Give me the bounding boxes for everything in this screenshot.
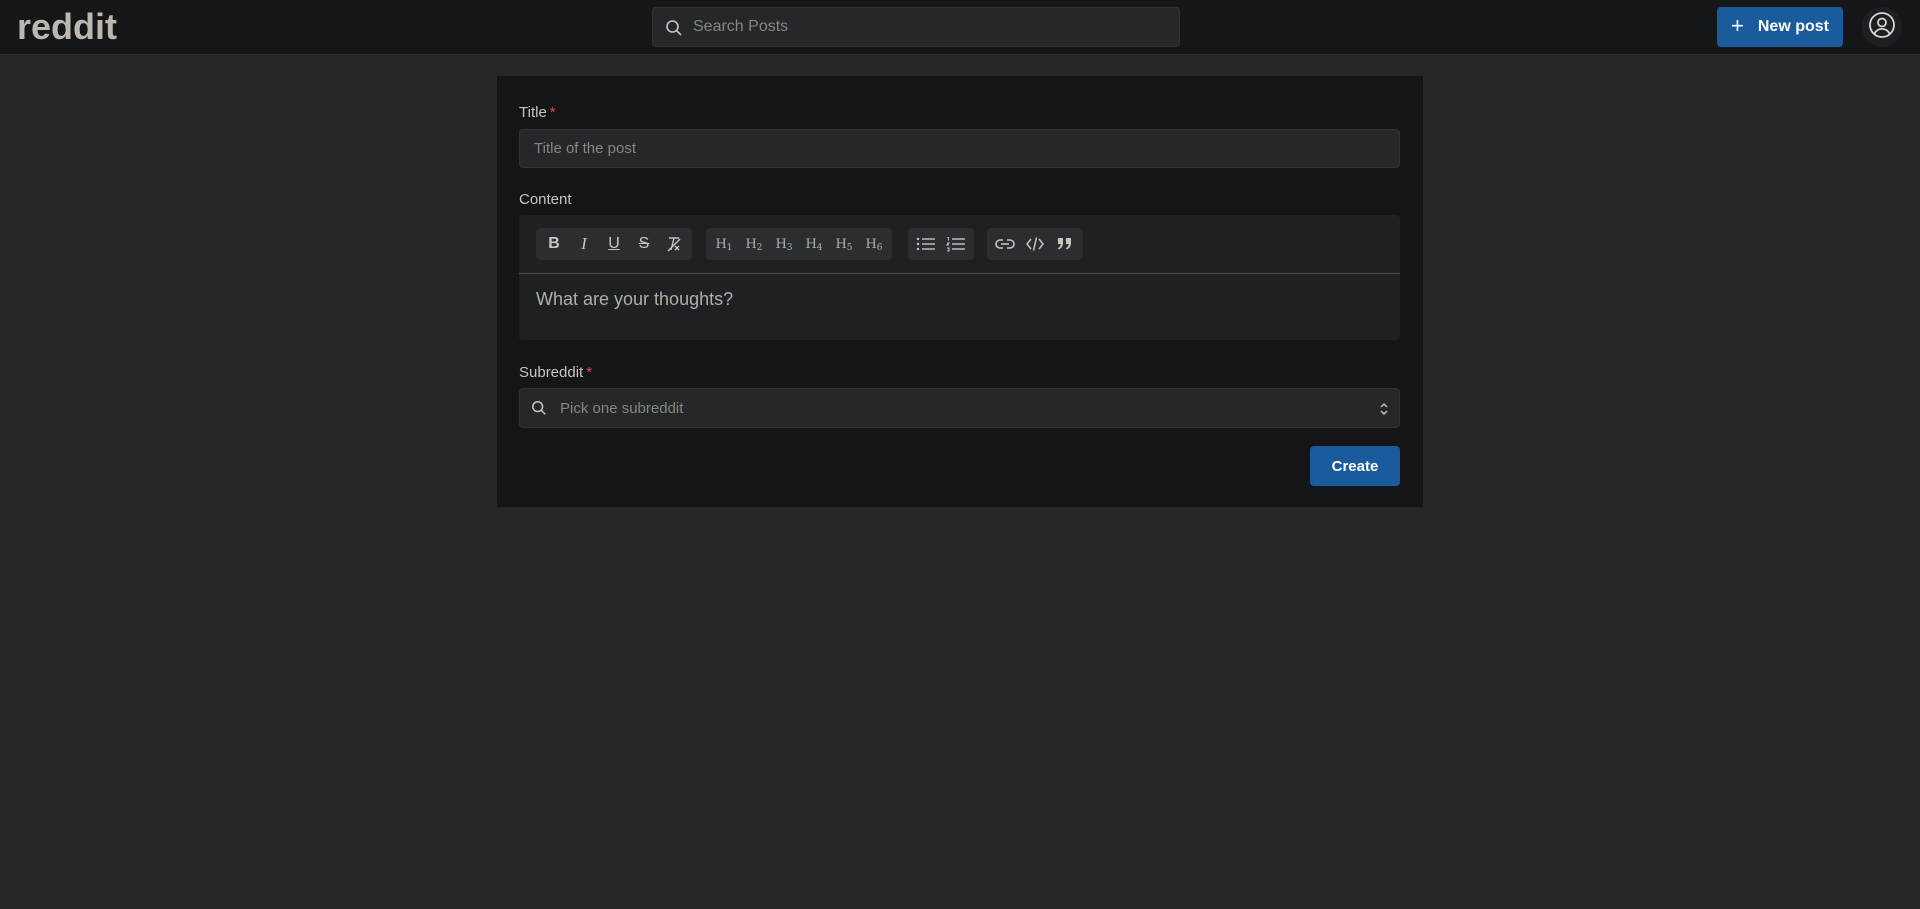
rich-text-editor: B I U S H1 H2 H3 H4 H5 H6 What are your … — [519, 215, 1400, 340]
editor-toolbar: B I U S H1 H2 H3 H4 H5 H6 — [519, 215, 1400, 274]
heading-5-button[interactable]: H5 — [829, 230, 859, 258]
heading-button-group: H1 H2 H3 H4 H5 H6 — [706, 228, 892, 260]
heading-3-button[interactable]: H3 — [769, 230, 799, 258]
h2-icon: H2 — [745, 236, 763, 253]
insert-button-group — [987, 228, 1083, 260]
ordered-list-button[interactable] — [941, 230, 971, 258]
h1-icon: H1 — [715, 236, 733, 253]
h3-icon: H3 — [775, 236, 793, 253]
subreddit-input[interactable] — [560, 389, 1360, 427]
search-icon — [531, 400, 547, 421]
new-post-label: New post — [1757, 18, 1829, 35]
search-box[interactable] — [652, 7, 1180, 47]
heading-2-button[interactable]: H2 — [739, 230, 769, 258]
top-navigation-bar: reddit + New post — [0, 0, 1920, 55]
create-post-form: Title* Content B I U S — [497, 76, 1423, 507]
bold-button[interactable]: B — [539, 230, 569, 258]
underline-button[interactable]: U — [599, 230, 629, 258]
h5-icon: H5 — [835, 236, 853, 253]
user-menu-button[interactable] — [1862, 7, 1902, 47]
h6-icon: H6 — [865, 236, 883, 253]
h4-icon: H4 — [805, 236, 823, 253]
search-input[interactable] — [693, 8, 1173, 46]
code-icon — [1026, 236, 1044, 252]
heading-4-button[interactable]: H4 — [799, 230, 829, 258]
subreddit-select[interactable] — [519, 388, 1400, 428]
subreddit-label: Subreddit * — [519, 364, 592, 381]
content-label: Content — [519, 191, 572, 208]
heading-6-button[interactable]: H6 — [859, 230, 889, 258]
new-post-button[interactable]: + New post — [1717, 7, 1843, 47]
underline-icon: U — [608, 235, 620, 252]
required-marker: * — [549, 104, 556, 121]
title-input[interactable] — [519, 129, 1400, 168]
strikethrough-icon: S — [638, 235, 650, 252]
bullet-list-icon — [916, 236, 936, 252]
link-icon — [995, 238, 1015, 250]
clear-formatting-icon — [665, 235, 683, 253]
format-button-group: B I U S — [536, 228, 692, 260]
user-avatar-icon — [1868, 11, 1896, 44]
clear-formatting-button[interactable] — [659, 230, 689, 258]
strikethrough-button[interactable]: S — [629, 230, 659, 258]
content-editor-area[interactable]: What are your thoughts? — [519, 274, 1400, 340]
title-label: Title * — [519, 104, 556, 121]
search-icon — [665, 19, 683, 37]
code-button[interactable] — [1020, 230, 1050, 258]
chevron-up-down-icon[interactable] — [1379, 401, 1389, 422]
italic-button[interactable]: I — [569, 230, 599, 258]
quote-icon — [1057, 237, 1073, 251]
subreddit-label-text: Subreddit — [519, 364, 584, 381]
reddit-logo[interactable]: reddit — [17, 6, 117, 48]
list-button-group — [908, 228, 974, 260]
create-button[interactable]: Create — [1310, 446, 1400, 486]
heading-1-button[interactable]: H1 — [709, 230, 739, 258]
bold-icon: B — [548, 235, 560, 252]
required-marker: * — [586, 364, 593, 381]
ordered-list-icon — [946, 236, 966, 252]
plus-icon: + — [1731, 13, 1744, 38]
blockquote-button[interactable] — [1050, 230, 1080, 258]
title-label-text: Title — [519, 104, 547, 121]
italic-icon: I — [581, 234, 587, 253]
bullet-list-button[interactable] — [911, 230, 941, 258]
link-button[interactable] — [990, 230, 1020, 258]
